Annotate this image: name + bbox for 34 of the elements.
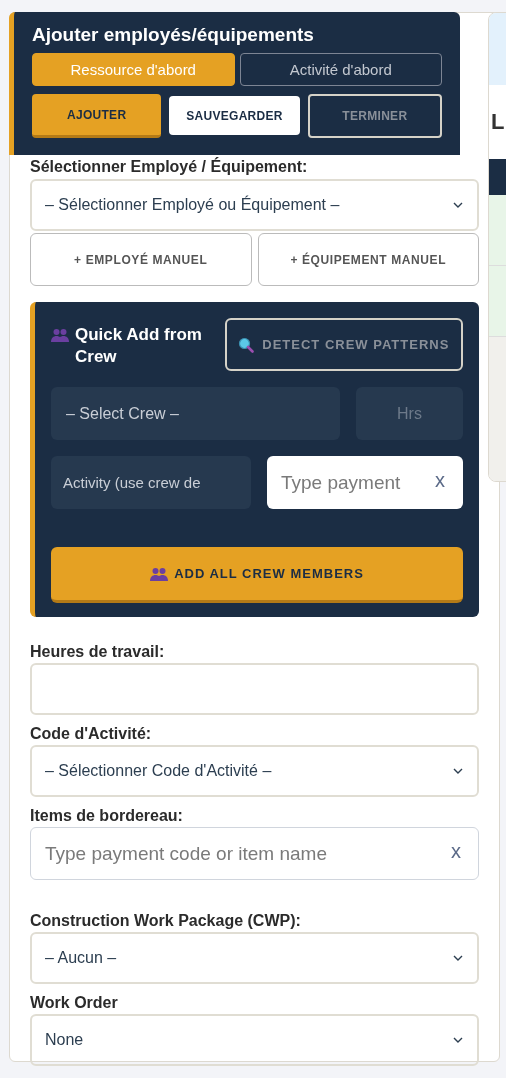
people-icon <box>51 328 69 342</box>
hours-field[interactable]: Hrs <box>356 387 463 440</box>
add-button[interactable]: AJOUTER <box>32 94 162 138</box>
select-field[interactable]: – Aucun – <box>30 932 479 984</box>
chevron-icon <box>453 202 463 208</box>
chevron-icon <box>453 955 463 961</box>
input-field[interactable] <box>30 663 479 715</box>
chevron-icon <box>453 768 463 774</box>
crew-title: Quick Add from Crew <box>75 324 203 368</box>
clear-button[interactable]: x <box>431 469 449 492</box>
finish-button[interactable]: TERMINER <box>307 94 442 138</box>
field-label: Items de bordereau: <box>30 807 184 825</box>
save-button[interactable]: SAUVEGARDER <box>169 96 300 135</box>
crew-select[interactable]: – Select Crew – <box>51 387 340 440</box>
add-all-button[interactable]: ADD ALL CREW MEMBERS <box>51 547 463 603</box>
magnifier-icon <box>238 336 255 353</box>
select-field[interactable]: None <box>30 1014 479 1066</box>
employee-select[interactable]: – Sélectionner Employé ou Équipement – <box>30 179 479 231</box>
clear-button[interactable]: x <box>447 840 465 863</box>
mode-tab[interactable]: Activité d'abord <box>239 53 442 86</box>
panel-heading: L <box>490 108 506 136</box>
activity-select[interactable]: Activity (use crew de <box>51 456 251 509</box>
panel-title: Ajouter employés/équipements <box>32 24 315 46</box>
people-icon <box>150 566 169 581</box>
field-label: Heures de travail: <box>30 643 166 661</box>
field-label: Construction Work Package (CWP): <box>30 912 302 930</box>
detect-patterns-button[interactable]: DETECT CREW PATTERNS <box>224 318 463 371</box>
field-label: Sélectionner Employé / Équipement: <box>30 158 309 176</box>
manual-add-button[interactable]: + ÉQUIPEMENT MANUEL <box>257 233 479 286</box>
field-label: Code d'Activité: <box>30 725 153 743</box>
chevron-icon <box>453 1037 463 1043</box>
select-field[interactable]: – Sélectionner Code d'Activité – <box>30 745 479 797</box>
field-label: Work Order <box>30 994 119 1012</box>
manual-add-button[interactable]: + EMPLOYÉ MANUEL <box>30 233 252 286</box>
